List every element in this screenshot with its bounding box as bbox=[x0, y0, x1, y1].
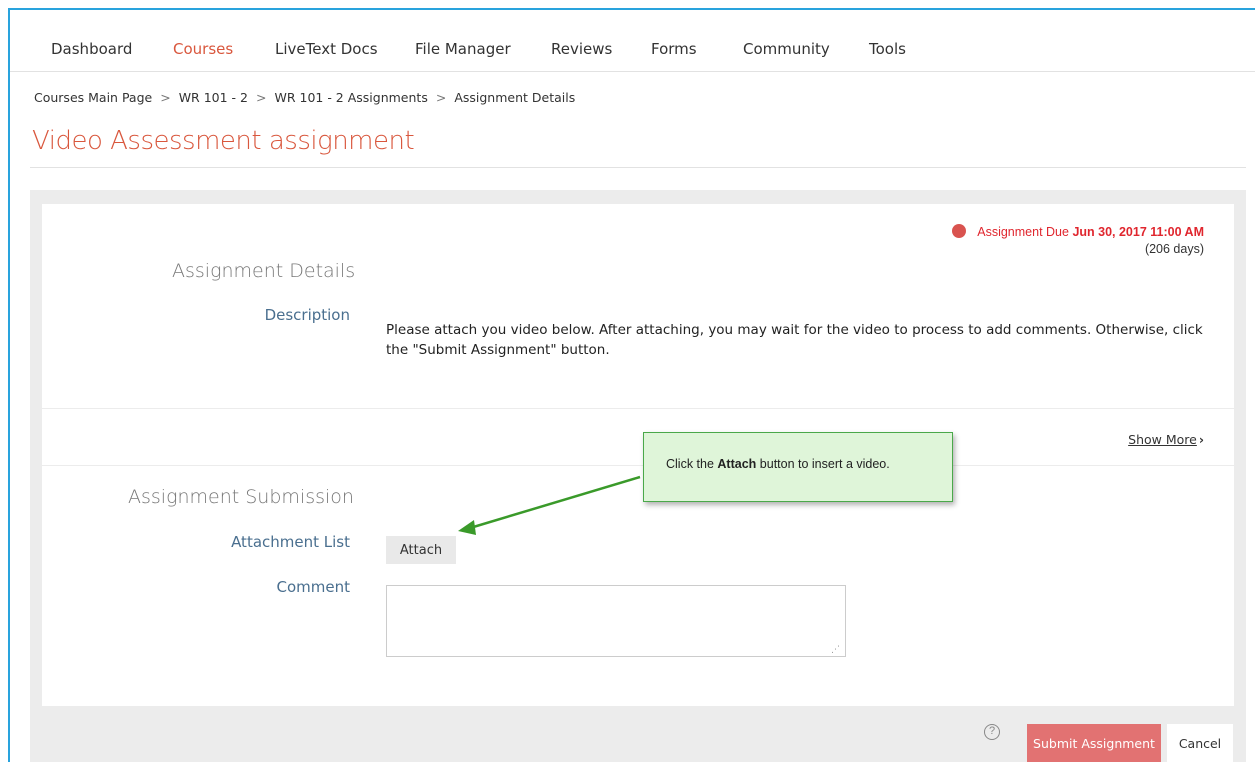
breadcrumb: Courses Main Page > WR 101 - 2 > WR 101 … bbox=[34, 90, 575, 105]
assignment-submission-heading: Assignment Submission bbox=[128, 486, 354, 508]
due-label: Assignment Due bbox=[977, 225, 1069, 239]
submit-assignment-button[interactable]: Submit Assignment bbox=[1027, 724, 1161, 762]
breadcrumb-courses-main-page[interactable]: Courses Main Page bbox=[34, 90, 152, 105]
assignment-card: Assignment Due Jun 30, 2017 11:00 AM (20… bbox=[42, 204, 1234, 706]
due-date: Jun 30, 2017 11:00 AM bbox=[1072, 225, 1204, 239]
nav-item-livetext-docs[interactable]: LiveText Docs bbox=[275, 40, 378, 58]
show-more-link[interactable]: Show More › bbox=[1128, 432, 1204, 447]
assignment-details-heading: Assignment Details bbox=[172, 260, 356, 282]
resize-grip-icon[interactable]: ⋰ bbox=[831, 644, 840, 655]
comment-label: Comment bbox=[276, 578, 351, 596]
nav-item-courses[interactable]: Courses bbox=[173, 40, 233, 58]
nav-item-forms[interactable]: Forms bbox=[651, 40, 697, 58]
breadcrumb-separator: > bbox=[435, 90, 447, 105]
callout-text-emphasis: Attach bbox=[717, 457, 757, 471]
app-frame: Dashboard Courses LiveText Docs File Man… bbox=[8, 8, 1255, 762]
nav-item-dashboard[interactable]: Dashboard bbox=[51, 40, 132, 58]
top-navigation: Dashboard Courses LiveText Docs File Man… bbox=[10, 20, 1255, 72]
divider bbox=[30, 167, 1246, 168]
breadcrumb-separator: > bbox=[160, 90, 171, 105]
breadcrumb-separator: > bbox=[255, 90, 267, 105]
chevron-right-icon: › bbox=[1198, 432, 1204, 447]
nav-item-tools[interactable]: Tools bbox=[869, 40, 906, 58]
attachment-list-label: Attachment List bbox=[231, 533, 350, 551]
description-text: Please attach you video below. After att… bbox=[386, 322, 1203, 358]
instruction-callout: Click the Attach button to insert a vide… bbox=[643, 432, 953, 502]
breadcrumb-assignments[interactable]: WR 101 - 2 Assignments bbox=[274, 90, 427, 105]
breadcrumb-course[interactable]: WR 101 - 2 bbox=[179, 90, 248, 105]
divider bbox=[42, 408, 1234, 409]
page-title: Video Assessment assignment bbox=[32, 126, 415, 156]
show-more-label: Show More bbox=[1128, 432, 1197, 447]
nav-item-reviews[interactable]: Reviews bbox=[551, 40, 612, 58]
question-circle-icon[interactable]: ? bbox=[984, 724, 1000, 740]
assignment-panel: Assignment Due Jun 30, 2017 11:00 AM (20… bbox=[30, 190, 1246, 762]
divider bbox=[42, 465, 1234, 466]
breadcrumb-current: Assignment Details bbox=[454, 90, 576, 105]
callout-text-prefix: Click the bbox=[666, 457, 718, 471]
nav-item-file-manager[interactable]: File Manager bbox=[415, 40, 511, 58]
comment-input[interactable] bbox=[386, 585, 846, 657]
callout-text-suffix: button to insert a video. bbox=[756, 457, 890, 471]
description-label: Description bbox=[264, 306, 350, 324]
due-days-remaining: (206 days) bbox=[1144, 242, 1204, 256]
status-dot-icon bbox=[952, 224, 967, 238]
attach-button[interactable]: Attach bbox=[386, 536, 456, 564]
nav-item-community[interactable]: Community bbox=[743, 40, 830, 58]
due-date-info: Assignment Due Jun 30, 2017 11:00 AM (20… bbox=[952, 224, 1204, 256]
cancel-button[interactable]: Cancel bbox=[1167, 724, 1233, 762]
